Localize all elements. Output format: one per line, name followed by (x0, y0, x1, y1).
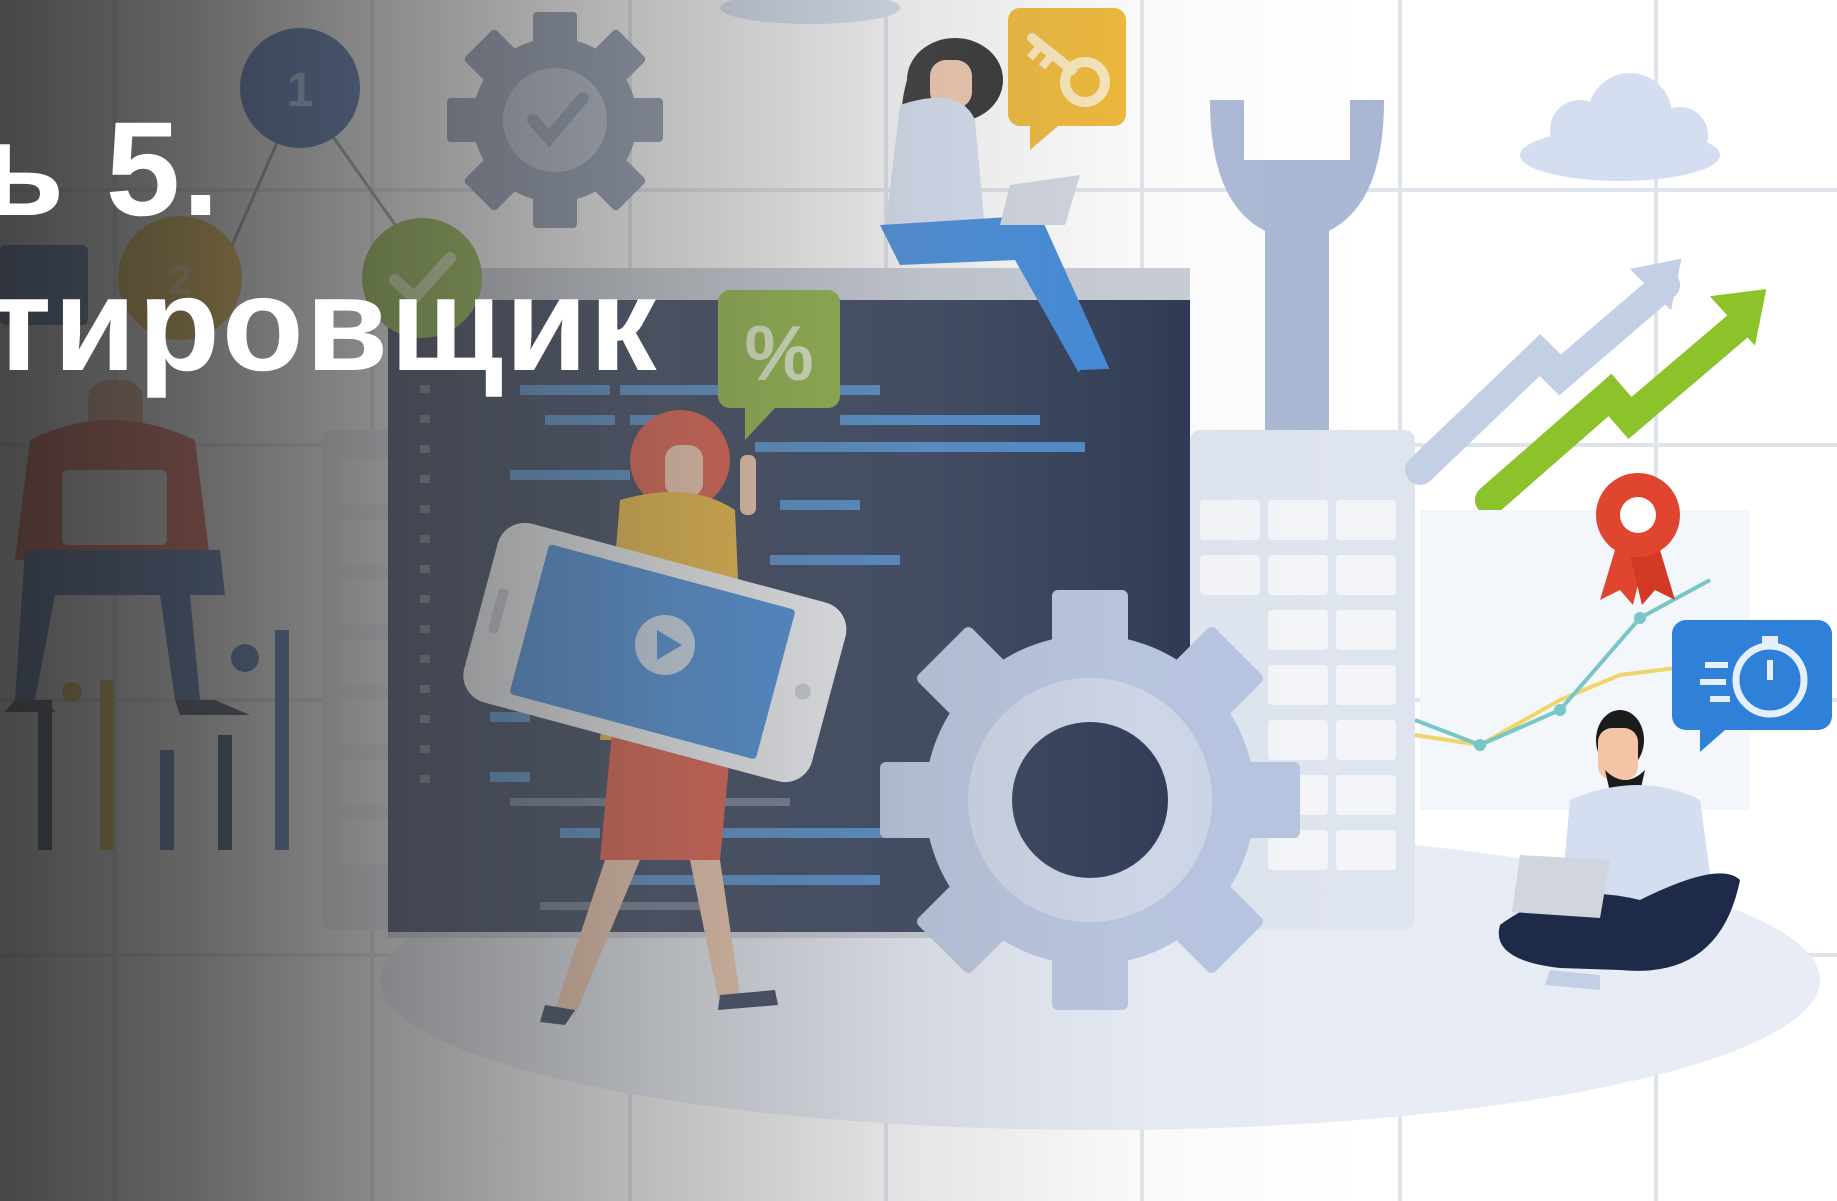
left-bar-chart (38, 630, 289, 850)
badge-number-one: 1 (287, 64, 314, 117)
gear-icon (447, 12, 663, 228)
slide: 1 2 % ь 5. тировщик (0, 0, 1837, 1201)
cloud-icon (720, 0, 900, 24)
illustration-scene: 1 2 % (0, 0, 1837, 1201)
cloud-icon (1520, 73, 1720, 181)
discount-badge-label: % (744, 309, 813, 397)
man-with-laptop (5, 380, 250, 715)
trend-arrow-icon (1405, 258, 1767, 515)
play-icon (635, 615, 695, 675)
key-icon (1008, 8, 1126, 150)
step-badge-one: 1 (228, 28, 422, 261)
gear-icon (880, 590, 1300, 1010)
slide-title-line-2: тировщик (0, 250, 659, 399)
award-icon (1596, 473, 1680, 605)
slide-title-line-1: ь 5. (0, 95, 222, 244)
wrench-icon (1210, 100, 1384, 435)
